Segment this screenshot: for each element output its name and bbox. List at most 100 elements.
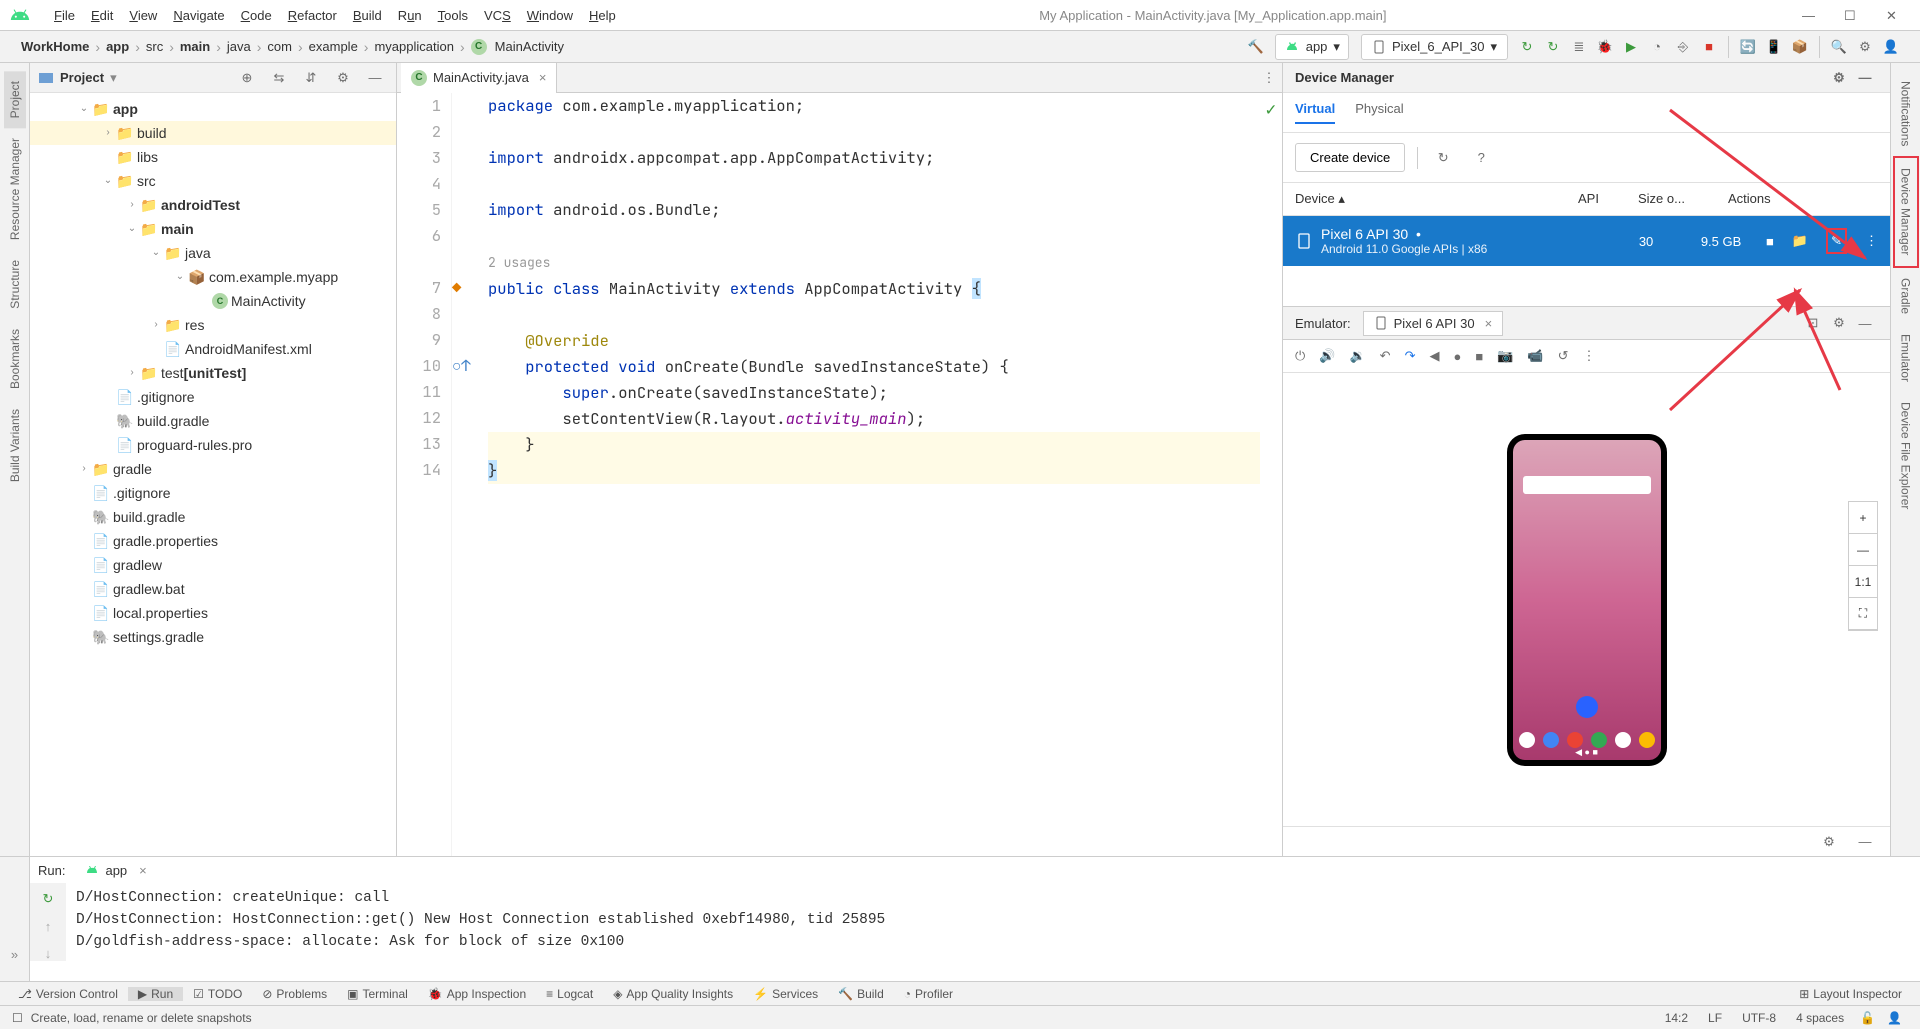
bb-logcat[interactable]: ≡ Logcat [536,987,603,1001]
status-lf[interactable]: LF [1708,1011,1722,1025]
col-api[interactable]: API [1578,191,1638,207]
rerun-icon[interactable]: ↻ [43,891,54,907]
account-icon[interactable]: 👤 [1878,34,1904,60]
search-icon[interactable]: 🔍 [1826,34,1852,60]
power-icon[interactable]: ⏻ [1295,348,1305,364]
maximize-icon[interactable]: ☐ [1844,8,1858,22]
window-icon[interactable]: ⊡ [1800,310,1826,336]
bb-version-control[interactable]: ⎇ Version Control [8,987,128,1001]
rail-notifications[interactable]: Notifications [1895,71,1917,156]
bb-build[interactable]: 🔨 Build [828,987,894,1001]
hide-icon[interactable]: — [1852,310,1878,336]
refresh-icon[interactable]: ↻ [1430,145,1456,171]
back-icon[interactable]: ◀ [1429,348,1439,364]
stop-icon[interactable]: ■ [1475,349,1483,364]
tree-app[interactable]: ⌄📁app [30,97,396,121]
make-project-icon[interactable]: 🔨 [1243,34,1269,60]
dropdown-icon[interactable]: ▾ [110,70,117,86]
tree-settings[interactable]: 🐘settings.gradle [30,625,396,649]
tree-manifest[interactable]: 📄AndroidManifest.xml [30,337,396,361]
menu-file[interactable]: File [46,6,83,25]
run-config-selector[interactable]: app ▾ [1275,34,1349,60]
more-emulator-icon[interactable]: ⋮ [1582,348,1595,364]
close-tab-icon[interactable]: × [539,70,547,85]
tree-gradleprops[interactable]: 📄gradle.properties [30,529,396,553]
crumb-app[interactable]: app [101,36,134,57]
bb-layout-inspector[interactable]: ⊞ Layout Inspector [1789,987,1912,1001]
rail-resource-manager[interactable]: Resource Manager [4,128,26,250]
tree-src[interactable]: ⌄📁src [30,169,396,193]
tab-physical[interactable]: Physical [1355,101,1403,124]
zoom-out-icon[interactable]: — [1849,534,1877,566]
volume-up-icon[interactable]: 🔊 [1319,348,1335,364]
emu-settings-icon[interactable]: ⚙ [1816,829,1842,855]
tree-buildgradle-app[interactable]: 🐘build.gradle [30,409,396,433]
phone-screen[interactable]: ◀ ● ■ [1513,440,1661,760]
crumb-src[interactable]: src [141,36,168,57]
sdk-icon[interactable]: 📦 [1787,34,1813,60]
crumb-root[interactable]: WorkHome [16,36,94,57]
tree-gitignore-app[interactable]: 📄.gitignore [30,385,396,409]
code-editor[interactable]: 1234567891011121314 ◆ ○↑ package com.exa… [397,93,1282,856]
bb-app-quality[interactable]: ◈ App Quality Insights [603,987,743,1001]
screenshot-icon[interactable]: 📷 [1497,348,1513,364]
pane-settings-icon[interactable]: ⚙ [330,65,356,91]
volume-down-icon[interactable]: 🔉 [1349,348,1365,364]
bb-services[interactable]: ⚡ Services [743,987,828,1001]
readonly-icon[interactable]: 🔓 [1860,1011,1875,1025]
device-row-pixel6[interactable]: Pixel 6 API 30 • Android 11.0 Google API… [1283,216,1890,266]
bb-run[interactable]: ▶ Run [128,987,183,1001]
bb-app-inspection[interactable]: 🐞 App Inspection [418,987,536,1001]
bb-profiler[interactable]: ◔ Profiler [894,987,963,1001]
rail-bookmarks[interactable]: Bookmarks [4,319,26,399]
tree-proguard[interactable]: 📄proguard-rules.pro [30,433,396,457]
rerun-icon[interactable]: ↻ [1540,34,1566,60]
collapse-icon[interactable]: ⇵ [298,65,324,91]
emulator-tab[interactable]: Pixel 6 API 30 × [1363,311,1504,336]
run-log[interactable]: D/HostConnection: createUnique: call D/H… [66,883,895,961]
avd-icon[interactable]: 📱 [1761,34,1787,60]
tree-buildgradle[interactable]: 🐘build.gradle [30,505,396,529]
rotate-left-icon[interactable]: ↶ [1380,348,1391,364]
device-selector[interactable]: Pixel_6_API_30 ▾ [1361,34,1508,60]
bb-problems[interactable]: ⊘ Problems [252,987,337,1001]
tree-gradlew[interactable]: 📄gradlew [30,553,396,577]
up-icon[interactable]: ↑ [45,919,52,934]
run-tab-app[interactable]: app × [75,855,156,885]
expand-icon[interactable]: ⇆ [266,65,292,91]
emulator-viewport[interactable]: ◀ ● ■ + — 1:1 ⛶ [1283,373,1890,826]
crumb-example[interactable]: example [304,36,363,57]
crumb-com[interactable]: com [262,36,297,57]
settings-icon[interactable]: ⚙ [1852,34,1878,60]
menu-view[interactable]: View [121,6,165,25]
menu-window[interactable]: Window [519,6,581,25]
close-tab-icon[interactable]: × [1485,316,1493,331]
bb-todo[interactable]: ☑ TODO [183,987,252,1001]
menu-refactor[interactable]: Refactor [280,6,345,25]
tree-androidtest[interactable]: ›📁androidTest [30,193,396,217]
tree-package[interactable]: ⌄📦com.example.myapp [30,265,396,289]
rail-build-variants[interactable]: Build Variants [4,399,26,492]
menu-run[interactable]: Run [390,6,430,25]
hide-icon[interactable]: — [1852,65,1878,91]
sync-icon[interactable]: 🔄 [1735,34,1761,60]
tree-gitignore[interactable]: 📄.gitignore [30,481,396,505]
zoom-in-icon[interactable]: + [1849,502,1877,534]
rotate-right-icon[interactable]: ↷ [1405,348,1416,364]
open-folder-icon[interactable]: 📁 [1792,233,1808,249]
tab-virtual[interactable]: Virtual [1295,101,1335,124]
memory-icon[interactable]: 👤 [1887,1011,1902,1025]
crumb-main[interactable]: main [175,36,215,57]
emu-hide-icon[interactable]: — [1852,829,1878,855]
tree-gradlewbat[interactable]: 📄gradlew.bat [30,577,396,601]
stop-device-icon[interactable]: ■ [1766,234,1774,249]
tree-main[interactable]: ⌄📁main [30,217,396,241]
rail-gradle[interactable]: Gradle [1895,268,1917,324]
zoom-1to1-icon[interactable]: 1:1 [1849,566,1877,598]
create-device-button[interactable]: Create device [1295,143,1405,172]
bb-terminal[interactable]: ▣ Terminal [337,987,418,1001]
status-indent[interactable]: 4 spaces [1796,1011,1844,1025]
help-icon[interactable]: ? [1468,145,1494,171]
col-device[interactable]: Device ▴ [1295,191,1578,207]
menu-tools[interactable]: Tools [430,6,476,25]
